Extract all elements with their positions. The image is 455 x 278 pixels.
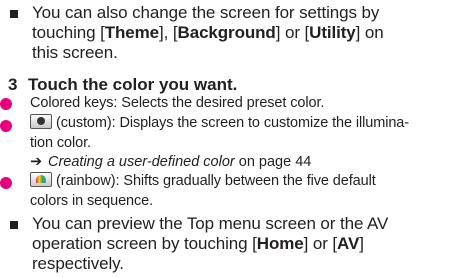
note-line: respectively. <box>32 254 124 273</box>
note-line: You can preview the Top menu screen or t… <box>32 214 389 233</box>
note-line: operation screen by touching [Home] or [… <box>32 234 364 253</box>
step-title: Touch the color you want. <box>28 75 238 94</box>
note-line: this screen. <box>32 43 118 62</box>
item-colored-keys: Colored keys: Selects the desired preset… <box>30 95 325 111</box>
magenta-dot-icon <box>0 120 12 132</box>
home-key-label: Home <box>256 234 304 253</box>
reference-page: on page 44 <box>234 154 312 170</box>
arrow-reference-icon: ➔ <box>30 154 43 170</box>
item-custom-line: (custom): Displays the screen to customi… <box>30 114 450 132</box>
item-custom: (custom): Displays the screen to customi… <box>30 114 450 152</box>
square-bullet-icon <box>10 221 18 229</box>
theme-key-label: Theme <box>104 23 160 42</box>
magenta-dot-icon <box>0 177 12 189</box>
background-key-label: Background <box>177 23 276 42</box>
av-key-label: AV <box>337 234 360 253</box>
cross-reference: ➔ Creating a user-defined color on page 4… <box>30 154 311 171</box>
note-text: You can preview the Top menu screen or t… <box>32 214 452 274</box>
note-line: You can also change the screen for setti… <box>32 3 380 22</box>
rainbow-key-icon <box>30 172 52 187</box>
item-rainbow-line: colors in sequence. <box>30 193 154 209</box>
item-rainbow-line: (rainbow): Shifts gradually between the … <box>30 172 450 190</box>
reference-title[interactable]: Creating a user-defined color <box>48 154 235 170</box>
manual-page: You can also change the screen for setti… <box>0 0 455 278</box>
step-number: 3 <box>8 75 18 94</box>
magenta-dot-icon <box>0 98 12 110</box>
item-custom-line: tion color. <box>30 135 91 151</box>
square-bullet-icon <box>10 10 18 18</box>
utility-key-label: Utility <box>309 23 356 42</box>
custom-color-key-icon <box>30 114 52 129</box>
item-rainbow: (rainbow): Shifts gradually between the … <box>30 172 450 210</box>
step-heading: 3 Touch the color you want. <box>8 75 237 95</box>
note-text: You can also change the screen for setti… <box>32 3 452 63</box>
note-line: touching [Theme], [Background] or [Utili… <box>32 23 384 42</box>
